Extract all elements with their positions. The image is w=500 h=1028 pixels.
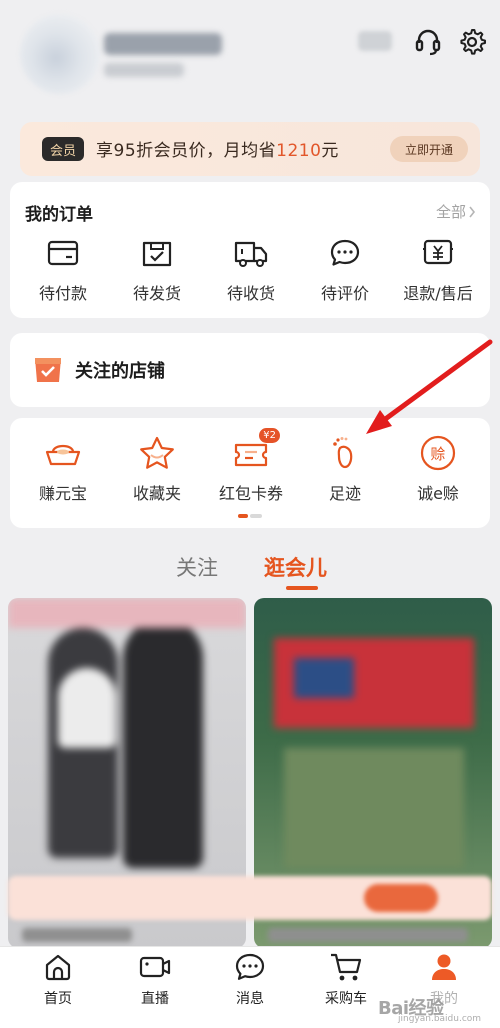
- order-item-label: 待付款: [38, 284, 87, 303]
- orders-title: 我的订单: [25, 205, 93, 225]
- tab-browse[interactable]: 逛会儿: [264, 552, 327, 582]
- nav-label: 直播: [141, 991, 169, 1007]
- tool-label: 红包卡券: [218, 484, 283, 503]
- nav-label: 首页: [44, 991, 72, 1007]
- coupon-count-badge: ¥2: [259, 428, 280, 443]
- tool-label: 诚e赊: [417, 484, 459, 503]
- vip-open-button[interactable]: 立即开通: [390, 136, 468, 162]
- order-item-label: 退款/售后: [403, 284, 473, 303]
- tool-favorites[interactable]: 收藏夹: [112, 432, 202, 507]
- pager-indicator: [250, 514, 262, 518]
- settings-button[interactable]: [454, 24, 490, 60]
- order-item-label: 待发货: [132, 284, 181, 303]
- user-subtitle-blurred: [104, 63, 184, 77]
- nav-live[interactable]: 直播: [115, 950, 195, 1008]
- customer-service-button[interactable]: [410, 24, 446, 60]
- annotation-arrow: [366, 339, 493, 434]
- tool-label: 收藏夹: [132, 484, 181, 503]
- vip-text-prefix: 享95折会员价，月均省: [96, 141, 277, 161]
- tab-follow[interactable]: 关注: [176, 552, 218, 582]
- order-pending-payment[interactable]: 待付款: [18, 234, 108, 304]
- order-refund-aftersale[interactable]: 退款/售后: [393, 234, 483, 304]
- order-pending-receipt[interactable]: 待收货: [206, 234, 296, 304]
- feed-caption-left-blurred: [22, 928, 132, 942]
- order-pending-shipment[interactable]: 待发货: [112, 234, 202, 304]
- truck-icon: [232, 234, 270, 272]
- avatar[interactable]: [20, 14, 100, 94]
- shop-bag-icon: [32, 352, 64, 384]
- vip-badge: 会员: [42, 137, 84, 161]
- cart-icon: [329, 950, 363, 984]
- tool-coupons[interactable]: ¥2 红包卡券: [206, 428, 296, 507]
- orders-all-label: 全部: [436, 203, 467, 221]
- gold-ingot-icon: [42, 432, 84, 474]
- chevron-right-icon: [469, 206, 476, 217]
- nav-label: 采购车: [325, 991, 367, 1007]
- username-blurred: [104, 33, 222, 55]
- headset-icon: [415, 29, 441, 56]
- tool-label: 足迹: [328, 484, 361, 503]
- order-item-label: 待收货: [226, 284, 275, 303]
- vip-text-suffix: 元: [321, 141, 339, 161]
- order-pending-review[interactable]: 待评价: [300, 234, 390, 304]
- feed-promo-button-blurred[interactable]: [364, 884, 438, 912]
- box-check-icon: [138, 234, 176, 272]
- nav-label: 消息: [236, 991, 264, 1007]
- pager-indicator-active: [238, 514, 248, 518]
- refund-icon: [419, 234, 457, 272]
- gear-icon: [460, 29, 486, 55]
- followed-shops-title: 关注的店铺: [75, 361, 165, 382]
- order-item-label: 待评价: [320, 284, 369, 303]
- vip-promo-text: 享95折会员价，月均省1210元: [96, 136, 339, 161]
- nav-home[interactable]: 首页: [18, 950, 98, 1008]
- home-icon: [41, 950, 75, 984]
- profile-icon: [427, 950, 461, 984]
- nav-cart[interactable]: 采购车: [306, 950, 386, 1008]
- tool-label: 赚元宝: [38, 484, 87, 503]
- feed-caption-right-blurred: [268, 928, 468, 942]
- orders-all-link[interactable]: 全部: [436, 201, 476, 222]
- watermark-url: jingyan.baidu.com: [398, 1014, 482, 1024]
- nav-messages[interactable]: 消息: [210, 950, 290, 1008]
- live-video-icon: [138, 950, 172, 984]
- tab-active-underline: [286, 586, 318, 590]
- tool-earn-ingot[interactable]: 赚元宝: [18, 432, 108, 507]
- message-icon: [233, 950, 267, 984]
- vip-saving-amount: 1210: [276, 141, 322, 161]
- comment-icon: [326, 234, 364, 272]
- star-icon: [136, 432, 178, 474]
- wallet-icon: [44, 234, 82, 272]
- coupon-icon: ¥2: [230, 428, 280, 474]
- user-level-badge-blurred: [358, 31, 392, 51]
